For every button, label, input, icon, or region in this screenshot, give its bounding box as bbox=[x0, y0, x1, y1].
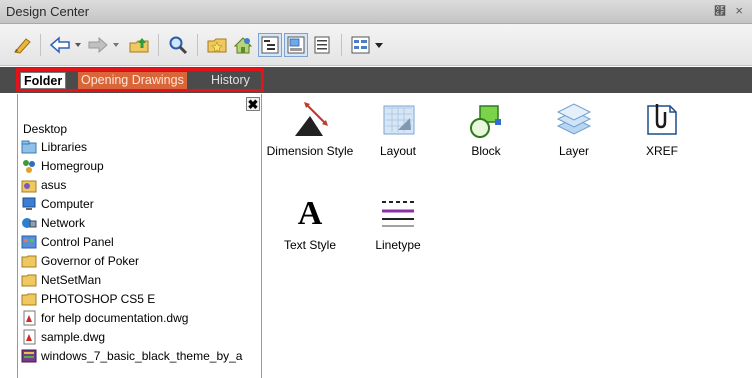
tree-root-desktop[interactable]: Desktop bbox=[23, 122, 67, 136]
content-item-text-style[interactable]: A Text Style bbox=[265, 194, 355, 252]
home-icon bbox=[233, 37, 253, 54]
preview-icon bbox=[287, 36, 305, 54]
pin-icon[interactable]: ๯ bbox=[714, 4, 726, 18]
up-icon bbox=[129, 38, 149, 53]
text-style-icon: A bbox=[297, 195, 323, 232]
user-folder-icon bbox=[21, 177, 37, 193]
tree-item-computer[interactable]: Computer bbox=[21, 195, 94, 213]
views-button[interactable] bbox=[350, 33, 388, 57]
load-button[interactable] bbox=[10, 33, 34, 57]
tree-item-governor-of-poker[interactable]: Governor of Poker bbox=[21, 252, 139, 270]
content-item-label: Dimension Style bbox=[266, 144, 354, 158]
tree-item-label: sample.dwg bbox=[41, 330, 106, 344]
network-icon bbox=[21, 215, 37, 231]
description-icon bbox=[314, 36, 330, 54]
load-icon bbox=[14, 38, 31, 54]
tree-view-toggle[interactable] bbox=[258, 33, 282, 57]
folder-icon bbox=[21, 291, 37, 307]
layer-icon bbox=[556, 103, 592, 135]
tree-item-label: Governor of Poker bbox=[41, 254, 140, 268]
content-item-label: Text Style bbox=[283, 238, 337, 252]
tree-item-sample-dwg[interactable]: sample.dwg bbox=[21, 328, 105, 346]
tree-item-label: windows_7_basic_black_theme_by_a bbox=[41, 349, 243, 363]
home-button[interactable] bbox=[231, 33, 255, 57]
tree-item-label: for help documentation.dwg bbox=[41, 311, 189, 325]
toolbar bbox=[0, 24, 752, 66]
tree-item-network[interactable]: Network bbox=[21, 214, 85, 232]
content-item-linetype[interactable]: Linetype bbox=[353, 194, 443, 252]
layout-icon bbox=[383, 105, 415, 135]
dimension-style-icon bbox=[295, 102, 328, 136]
content-item-layer[interactable]: Layer bbox=[529, 100, 619, 158]
tree-item-windows-theme[interactable]: windows_7_basic_black_theme_by_a bbox=[21, 347, 242, 365]
toolbar-separator bbox=[158, 34, 159, 56]
tree-item-label: Control Panel bbox=[41, 235, 114, 249]
tree-item-label: Network bbox=[41, 216, 86, 230]
tree-item-label: PHOTOSHOP CS5 E bbox=[41, 292, 156, 306]
toolbar-separator bbox=[341, 34, 342, 56]
tree-item-homegroup[interactable]: Homegroup bbox=[21, 157, 104, 175]
content-item-label: Layer bbox=[558, 144, 590, 158]
homegroup-icon bbox=[21, 158, 37, 174]
content-pane: Dimension Style Layout Block Layer XREF … bbox=[265, 94, 752, 378]
tree-item-photoshop[interactable]: PHOTOSHOP CS5 E bbox=[21, 290, 155, 308]
window-title: Design Center bbox=[6, 4, 90, 19]
close-tree-icon[interactable]: ✖ bbox=[246, 97, 260, 112]
tree-item-asus[interactable]: asus bbox=[21, 176, 66, 194]
tabs-highlight-box bbox=[16, 68, 264, 92]
back-icon bbox=[49, 36, 81, 54]
content-item-xref[interactable]: XREF bbox=[617, 100, 707, 158]
folder-icon bbox=[21, 272, 37, 288]
tree-view-icon bbox=[261, 36, 279, 54]
tree-item-label: Homegroup bbox=[41, 159, 104, 173]
computer-icon bbox=[21, 196, 37, 212]
folder-icon bbox=[21, 253, 37, 269]
xref-icon bbox=[647, 104, 677, 135]
content-item-layout[interactable]: Layout bbox=[353, 100, 443, 158]
forward-button[interactable] bbox=[86, 33, 124, 57]
content-item-block[interactable]: Block bbox=[441, 100, 531, 158]
archive-icon bbox=[21, 348, 37, 364]
favorites-button[interactable] bbox=[205, 33, 229, 57]
content-item-dimension-style[interactable]: Dimension Style bbox=[265, 100, 355, 158]
forward-icon bbox=[88, 36, 119, 54]
dwg-file-icon bbox=[21, 329, 37, 345]
tree-item-label: asus bbox=[41, 178, 67, 192]
favorites-icon bbox=[207, 38, 227, 53]
toolbar-separator bbox=[40, 34, 41, 56]
tree-item-netsetman[interactable]: NetSetMan bbox=[21, 271, 101, 289]
content-item-label: Block bbox=[471, 144, 501, 158]
search-button[interactable] bbox=[166, 33, 190, 57]
block-icon bbox=[470, 105, 501, 138]
toolbar-separator bbox=[197, 34, 198, 56]
search-icon bbox=[169, 36, 188, 55]
content-item-label: XREF bbox=[645, 144, 678, 158]
close-icon[interactable]: × bbox=[735, 3, 743, 18]
dwg-file-icon bbox=[21, 310, 37, 326]
folder-tree: ✖ Desktop Libraries Homegroup asus Compu… bbox=[17, 94, 262, 378]
preview-toggle[interactable] bbox=[284, 33, 308, 57]
libraries-icon bbox=[21, 139, 37, 155]
linetype-icon bbox=[382, 201, 414, 227]
title-bar: Design Center ๯ × bbox=[0, 0, 752, 24]
tree-item-label: NetSetMan bbox=[41, 273, 102, 287]
content-item-label: Linetype bbox=[375, 238, 421, 252]
up-button[interactable] bbox=[127, 33, 151, 57]
description-toggle[interactable] bbox=[310, 33, 334, 57]
control-panel-icon bbox=[21, 234, 37, 250]
content-item-label: Layout bbox=[379, 144, 417, 158]
views-icon bbox=[351, 36, 383, 54]
tree-item-label: Libraries bbox=[41, 140, 88, 154]
tree-item-control-panel[interactable]: Control Panel bbox=[21, 233, 114, 251]
tree-item-libraries[interactable]: Libraries bbox=[21, 138, 87, 156]
tree-item-label: Computer bbox=[41, 197, 94, 211]
tree-item-help-dwg[interactable]: for help documentation.dwg bbox=[21, 309, 188, 327]
back-button[interactable] bbox=[48, 33, 86, 57]
